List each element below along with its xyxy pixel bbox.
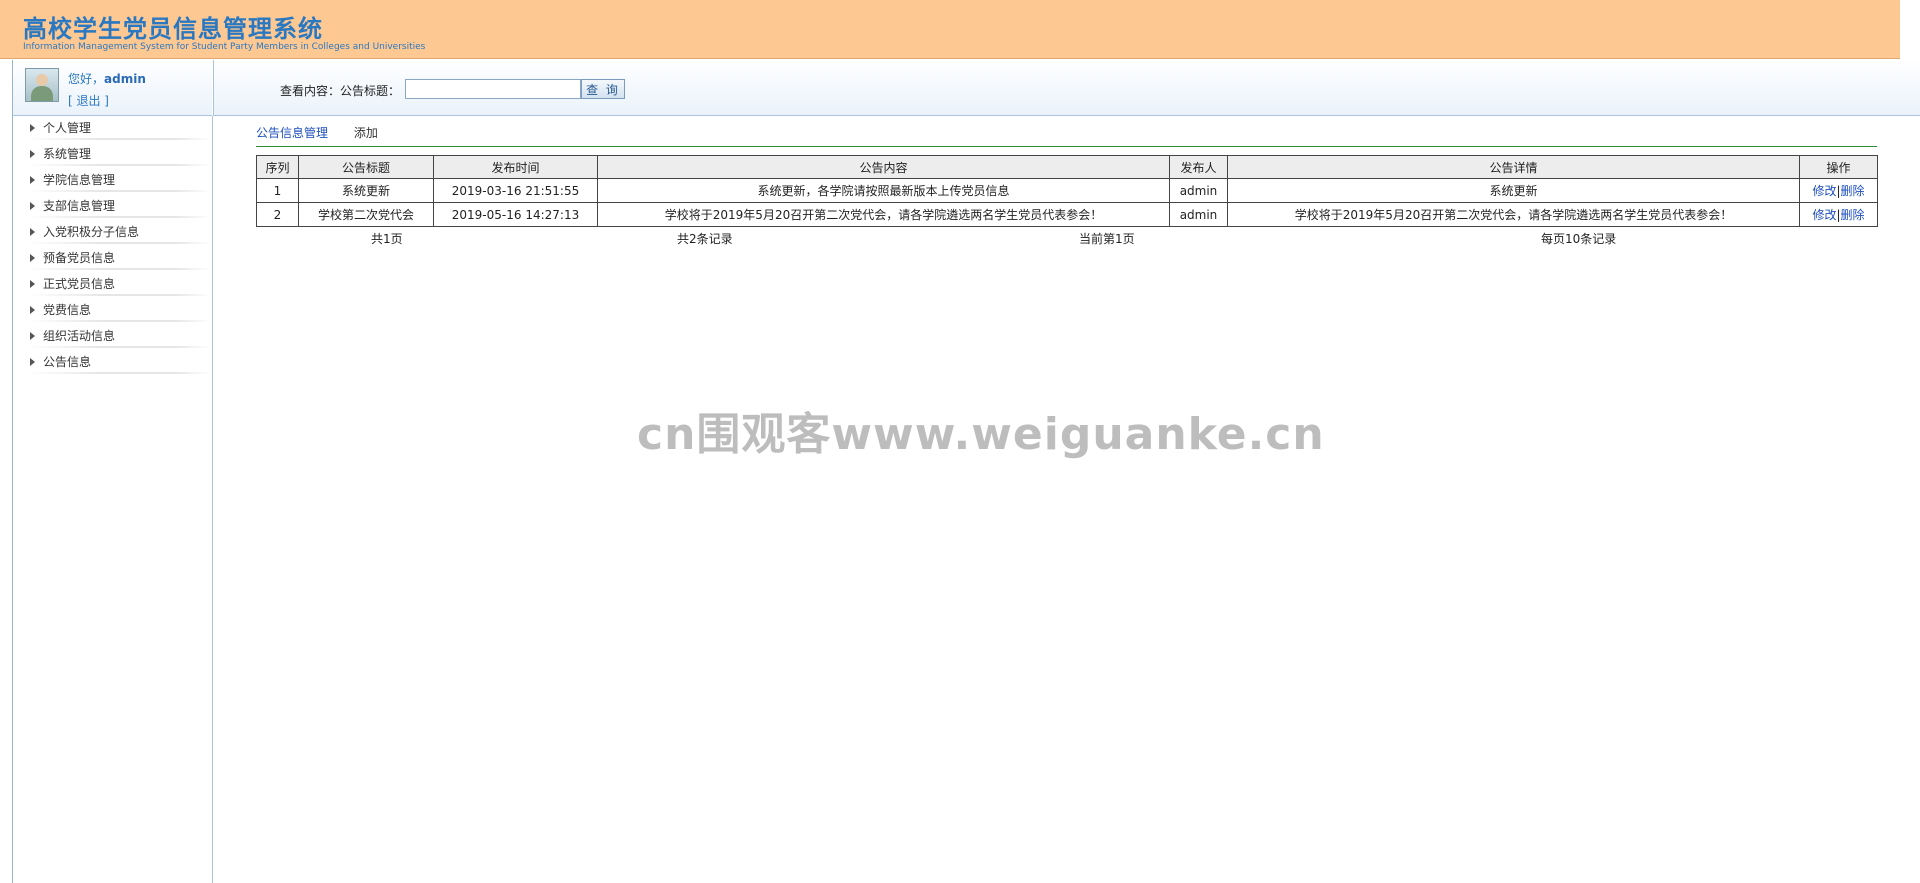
- column-header: 公告内容: [597, 155, 1170, 179]
- caret-right-icon: [30, 332, 35, 340]
- column-header: 公告详情: [1227, 155, 1800, 179]
- sidebar-item-label: 学院信息管理: [43, 173, 116, 187]
- sidebar-item-system[interactable]: 系统管理: [13, 142, 212, 168]
- column-header: 序列: [256, 155, 299, 179]
- cell-time: 2019-03-16 21:51:55: [433, 178, 598, 203]
- cell-title: 学校第二次党代会: [298, 202, 434, 227]
- pager-per-page: 每页10条记录: [1541, 232, 1617, 246]
- app-title: 高校学生党员信息管理系统: [23, 14, 323, 43]
- caret-right-icon: [30, 254, 35, 262]
- caret-right-icon: [30, 228, 35, 236]
- cell-index: 2: [256, 202, 299, 227]
- sidebar-divider: [212, 116, 213, 883]
- caret-right-icon: [30, 176, 35, 184]
- sidebar-item-label: 党费信息: [43, 303, 92, 317]
- column-header: 公告标题: [298, 155, 434, 179]
- sidebar-item-label: 入党积极分子信息: [43, 225, 140, 239]
- sidebar-item-full-members[interactable]: 正式党员信息: [13, 272, 212, 298]
- cell-content: 学校将于2019年5月20召开第二次党代会，请各学院遴选两名学生党员代表参会！: [597, 202, 1170, 227]
- pager-current-page: 当前第1页: [1079, 232, 1135, 246]
- app-subtitle: Information Management System for Studen…: [23, 42, 426, 52]
- delete-link[interactable]: 删除: [1841, 184, 1865, 198]
- pager-total-pages: 共1页: [371, 232, 403, 246]
- sidebar-item-activists[interactable]: 入党积极分子信息: [13, 220, 212, 246]
- column-header: 发布人: [1169, 155, 1228, 179]
- sidebar-item-dues[interactable]: 党费信息: [13, 298, 212, 324]
- username: admin: [104, 72, 146, 86]
- caret-right-icon: [30, 150, 35, 158]
- caret-right-icon: [30, 202, 35, 210]
- tab-announcement-management[interactable]: 公告信息管理: [256, 124, 328, 141]
- search-label: 查看内容：公告标题：: [280, 84, 401, 98]
- table-row: 1 系统更新 2019-03-16 21:51:55 系统更新，各学院请按照最新…: [256, 178, 1878, 203]
- title-search-input[interactable]: [405, 79, 581, 99]
- column-header: 操作: [1799, 155, 1878, 179]
- caret-right-icon: [30, 280, 35, 288]
- logout-link[interactable]: [ 退出 ]: [68, 92, 109, 109]
- sidebar-item-branch[interactable]: 支部信息管理: [13, 194, 212, 220]
- sidebar-item-label: 个人管理: [43, 121, 92, 135]
- user-greeting: 您好，admin: [68, 70, 146, 87]
- sidebar-item-label: 公告信息: [43, 355, 92, 369]
- cell-index: 1: [256, 178, 299, 203]
- table-header-row: 序列 公告标题 发布时间 公告内容 发布人 公告详情 操作: [256, 155, 1878, 179]
- sidebar-item-announcements[interactable]: 公告信息: [13, 350, 212, 376]
- sidebar-item-probationary[interactable]: 预备党员信息: [13, 246, 212, 272]
- user-panel: 您好，admin [ 退出 ]: [13, 60, 212, 116]
- sidebar-item-label: 预备党员信息: [43, 251, 116, 265]
- pager-total-records: 共2条记录: [677, 232, 733, 246]
- announcement-table: 序列 公告标题 发布时间 公告内容 发布人 公告详情 操作 1 系统更新 201…: [256, 155, 1878, 227]
- greeting-text: 您好，: [68, 72, 105, 86]
- cell-detail: 系统更新: [1227, 178, 1800, 203]
- tab-add[interactable]: 添加: [354, 124, 378, 141]
- watermark: cn围观客www.weiguanke.cn: [637, 409, 1325, 460]
- cell-actions: 修改|删除: [1799, 202, 1878, 227]
- column-header: 发布时间: [433, 155, 598, 179]
- tab-divider: [256, 146, 1877, 147]
- avatar: [25, 68, 59, 102]
- cell-publisher: admin: [1169, 202, 1228, 227]
- search-bar: 查看内容：公告标题： 查 询: [213, 60, 1920, 116]
- cell-actions: 修改|删除: [1799, 178, 1878, 203]
- header-banner: 高校学生党员信息管理系统 Information Management Syst…: [0, 0, 1900, 59]
- sidebar-item-label: 正式党员信息: [43, 277, 116, 291]
- cell-time: 2019-05-16 14:27:13: [433, 202, 598, 227]
- content-tabs: 公告信息管理 添加: [256, 124, 400, 141]
- caret-right-icon: [30, 306, 35, 314]
- sidebar-item-label: 组织活动信息: [43, 329, 116, 343]
- delete-link[interactable]: 删除: [1841, 208, 1865, 222]
- edit-link[interactable]: 修改: [1812, 208, 1836, 222]
- sidebar-item-label: 支部信息管理: [43, 199, 116, 213]
- caret-right-icon: [30, 358, 35, 366]
- sidebar-item-activities[interactable]: 组织活动信息: [13, 324, 212, 350]
- cell-publisher: admin: [1169, 178, 1228, 203]
- cell-title: 系统更新: [298, 178, 434, 203]
- sidebar-item-label: 系统管理: [43, 147, 92, 161]
- cell-detail: 学校将于2019年5月20召开第二次党代会，请各学院遴选两名学生党员代表参会！: [1227, 202, 1800, 227]
- query-button[interactable]: 查 询: [581, 79, 625, 99]
- table-row: 2 学校第二次党代会 2019-05-16 14:27:13 学校将于2019年…: [256, 202, 1878, 227]
- edit-link[interactable]: 修改: [1812, 184, 1836, 198]
- cell-content: 系统更新，各学院请按照最新版本上传党员信息: [597, 178, 1170, 203]
- sidebar-item-personal[interactable]: 个人管理: [13, 116, 212, 142]
- sidebar-menu: 个人管理 系统管理 学院信息管理 支部信息管理 入党积极分子信息 预备党员信息 …: [13, 116, 212, 376]
- caret-right-icon: [30, 124, 35, 132]
- sidebar-item-college[interactable]: 学院信息管理: [13, 168, 212, 194]
